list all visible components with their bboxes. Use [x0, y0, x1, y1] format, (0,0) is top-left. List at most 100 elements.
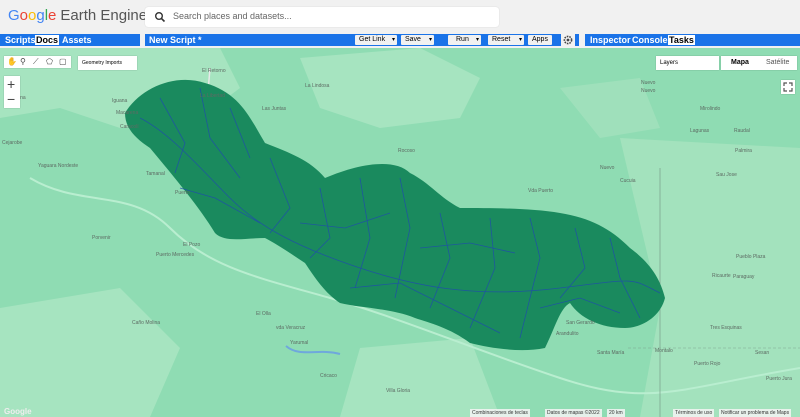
get-link-button[interactable]: Get Link ▾: [355, 35, 397, 45]
place-label: Puerto Mercedes: [156, 252, 195, 258]
reset-button[interactable]: Reset ▾: [488, 35, 524, 45]
map-type-map[interactable]: Mapa: [731, 59, 749, 66]
place-label: Lagunas: [690, 128, 710, 134]
chevron-down-icon: ▾: [428, 37, 432, 43]
place-label: Sesan: [755, 350, 770, 356]
scale-bar[interactable]: 20 km: [607, 409, 625, 417]
top-header: Google Earth Engine Search places and dat…: [0, 0, 800, 34]
logo-letter: e: [48, 7, 57, 24]
logo-letter: G: [8, 7, 20, 24]
place-label: Nuevo: [641, 80, 656, 86]
apps-label: Apps: [532, 36, 548, 43]
tab-scripts[interactable]: Scripts: [4, 35, 37, 45]
editor-toolbar: New Script * Get Link ▾ Save ▾ Run ▾ Reset ▾…: [145, 34, 579, 46]
place-label: Sau Jose: [716, 172, 737, 178]
logo-letter: o: [19, 7, 29, 24]
tab-inspector[interactable]: Inspector: [589, 35, 632, 45]
place-label: Mirolindo: [700, 106, 721, 112]
fullscreen-button[interactable]: [781, 80, 795, 94]
save-label: Save: [405, 36, 421, 43]
place-label: Caracolí: [120, 124, 139, 130]
place-label: San Gerardo: [566, 320, 595, 326]
place-label: Montalo: [655, 348, 673, 354]
place-label: El Pozo: [183, 242, 201, 248]
place-label: La Libertad: [200, 93, 226, 99]
place-label: Cricaco: [320, 373, 337, 379]
map-type-control: Mapa Satélite: [721, 56, 797, 70]
keyboard-shortcuts-link[interactable]: Combinaciones de teclas: [470, 409, 530, 417]
place-label: Nuevo: [641, 88, 656, 94]
place-label: vda Veracruz: [276, 325, 306, 331]
drawing-tools: ✋ ⚲ ⟋ ⬠ ▢: [4, 56, 71, 68]
place-label: Pueblo Plaza: [736, 254, 766, 260]
place-label: Nuevo: [600, 165, 615, 171]
google-logo: Google: [4, 407, 32, 416]
gear-icon: [563, 35, 573, 45]
chevron-down-icon: ▾: [391, 37, 395, 43]
place-label: Raudal: [734, 128, 750, 134]
place-label: Caño Molina: [132, 320, 161, 326]
logo-letter: g: [36, 7, 45, 24]
place-label: Puerto: [175, 190, 190, 196]
tab-console[interactable]: Console: [631, 35, 669, 45]
place-label: Tamanal: [146, 171, 165, 177]
hand-icon[interactable]: ✋: [7, 57, 17, 66]
place-label: Yarumal: [290, 340, 309, 346]
place-label: Macarena: [116, 110, 139, 116]
zoom-in-button[interactable]: +: [7, 77, 15, 91]
place-label: Paraguay: [733, 274, 755, 280]
tab-tasks[interactable]: Tasks: [668, 35, 695, 45]
save-button[interactable]: Save ▾: [401, 35, 434, 45]
tab-assets[interactable]: Assets: [61, 35, 93, 45]
search-bar[interactable]: Search places and datasets...: [145, 7, 499, 27]
place-label: El Olla: [256, 311, 271, 317]
map-canvas[interactable]: El Retorno La Libertad La Lindosa Las Ju…: [0, 48, 800, 417]
search-icon: [155, 12, 166, 23]
map-data-text: Datos de mapas ©2022: [545, 409, 602, 417]
left-panel-tabs: Scripts Docs Assets: [0, 34, 140, 46]
place-label: Santa María: [597, 350, 625, 356]
chevron-down-icon: ▾: [518, 37, 522, 43]
report-problem-link[interactable]: Notificar un problema de Maps: [719, 409, 792, 417]
line-icon[interactable]: ⟋: [33, 57, 39, 67]
logo-text: Earth Engine: [60, 7, 148, 24]
geometry-imports-button[interactable]: Geometry Imports: [78, 56, 137, 70]
place-label: Puerto Rojo: [694, 361, 721, 367]
tab-docs[interactable]: Docs: [35, 35, 60, 45]
place-label: Rocoso: [398, 148, 415, 154]
zoom-control: + −: [4, 76, 20, 108]
settings-button[interactable]: [561, 34, 575, 46]
place-label: Palmira: [735, 148, 752, 154]
earth-engine-logo: Google Earth Engine: [8, 7, 147, 24]
get-link-label: Get Link: [359, 36, 386, 43]
place-label: Porvenir: [92, 235, 111, 241]
zoom-out-button[interactable]: −: [7, 92, 15, 106]
rectangle-icon[interactable]: ▢: [59, 57, 67, 66]
place-label: La Lindosa: [305, 83, 330, 89]
place-label: Villa Gloria: [386, 388, 411, 394]
place-label: Cejarobe: [2, 140, 23, 146]
reset-label: Reset: [492, 36, 511, 43]
place-label: Las Juntas: [262, 106, 287, 112]
place-label: Vda Puerto: [528, 188, 554, 194]
layers-button[interactable]: Layers: [656, 56, 719, 70]
run-label: Run: [456, 36, 469, 43]
polygon-icon[interactable]: ⬠: [46, 57, 53, 66]
map-footer: Google Combinaciones de teclas Datos de …: [0, 407, 800, 417]
search-input[interactable]: Search places and datasets...: [173, 11, 292, 21]
right-panel-tabs: Inspector Console Tasks: [585, 34, 800, 46]
place-label: Cucuia: [620, 178, 636, 184]
place-label: Arandulito: [556, 331, 579, 337]
apps-button[interactable]: Apps: [528, 35, 552, 45]
place-label: Ricaurte: [712, 273, 731, 279]
marker-icon[interactable]: ⚲: [20, 57, 26, 66]
place-label: Iguana: [112, 98, 128, 104]
script-title[interactable]: New Script *: [148, 35, 203, 45]
terms-link[interactable]: Términos de uso: [673, 409, 715, 417]
place-label: El Retorno: [202, 68, 226, 74]
chevron-down-icon: ▾: [475, 37, 479, 43]
fullscreen-icon: [783, 82, 793, 92]
run-button[interactable]: Run ▾: [448, 35, 481, 45]
map-type-satellite[interactable]: Satélite: [766, 59, 789, 66]
place-label: Yaguara Nordeste: [38, 163, 79, 169]
